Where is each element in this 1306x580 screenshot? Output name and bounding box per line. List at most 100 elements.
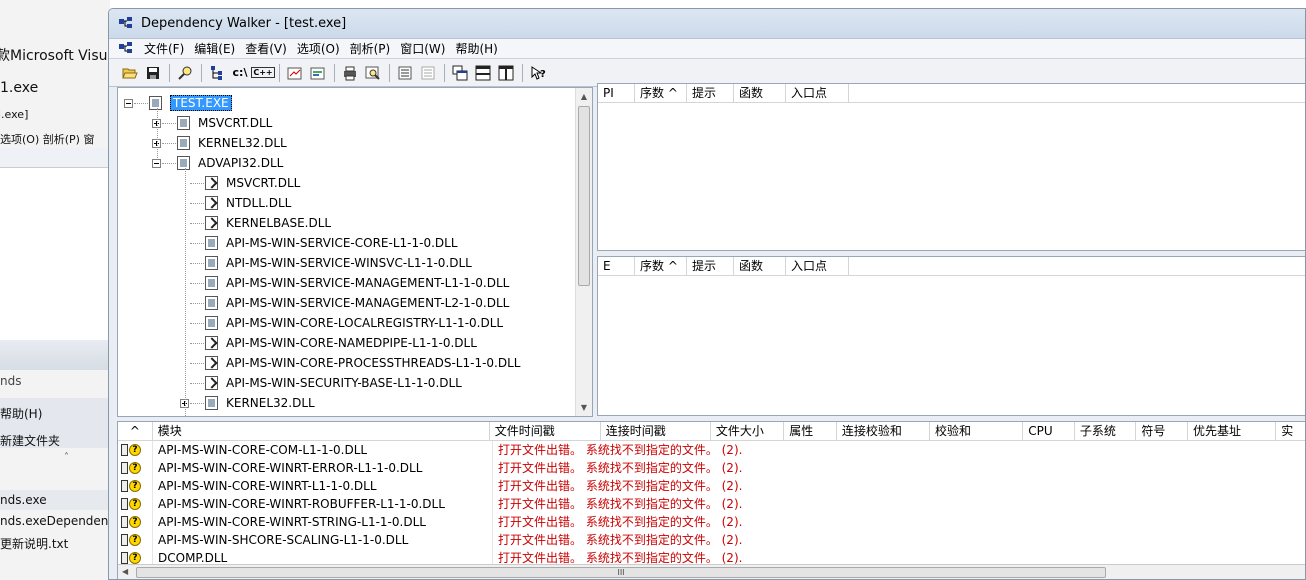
scroll-thumb[interactable]: III [136,567,1106,578]
col-subsystem[interactable]: 子系统 [1075,422,1137,440]
col-link-timestamp[interactable]: 连接时间戳 [601,422,711,440]
tree-node[interactable]: API-MS-WIN-SECURITY-BASE-L1-1-0.DLL [180,373,462,393]
refresh-icon[interactable] [206,62,228,84]
module-horizontal-scrollbar[interactable]: ◀ III [118,564,1305,579]
app-icon [119,16,132,28]
col-entry-point[interactable]: 入口点 [786,257,849,275]
menu-window[interactable]: 窗口(W) [395,40,450,58]
layout-columns-icon[interactable] [495,62,517,84]
tree-node[interactable]: API-MS-WIN-SERVICE-WINSVC-L1-1-0.DLL [180,253,472,273]
module-row[interactable]: ? API-MS-WIN-CORE-WINRT-L1-1-0.DLL 打开文件出错。… [118,477,1305,495]
layout-split-icon[interactable] [472,62,494,84]
collapse-icon[interactable] [124,98,133,108]
collapse-icon[interactable] [417,62,439,84]
menu-profile[interactable]: 剖析(P) [345,40,396,58]
doc-icon[interactable] [119,41,135,56]
save-icon[interactable] [142,62,164,84]
col-sort[interactable]: ^ [118,422,153,440]
tree-node[interactable]: API-MS-WIN-CORE-NAMEDPIPE-L1-1-0.DLL [180,333,477,353]
col-module[interactable]: 模块 [153,422,490,440]
dependency-tree[interactable]: TEST.EXE MSVCRT.DLL KERNEL32.DLL ADVAPI32.D… [117,87,593,417]
module-row[interactable]: ? API-MS-WIN-CORE-WINRT-ERROR-L1-1-0.DLL 打… [118,459,1305,477]
col-ordinal[interactable]: 序数 ^ [635,84,687,102]
layout-tile-icon[interactable] [449,62,471,84]
tree-node[interactable]: API-MS-WIN-SERVICE-MANAGEMENT-L1-1-0.DLL [180,273,509,293]
tree-node-label: KERNEL32.DLL [226,396,315,410]
tree-node-label: API-MS-WIN-SERVICE-MANAGEMENT-L1-1-0.DLL [226,276,510,290]
search-icon[interactable] [362,62,384,84]
tree-node[interactable]: API-MS-WIN-SERVICE-CORE-L1-1-0.DLL [180,233,458,253]
scroll-left-arrow[interactable]: ◀ [122,567,128,576]
tree-node[interactable]: RPCRT4.DLL [180,413,299,417]
col-entry-point[interactable]: 入口点 [786,84,849,102]
title-bar[interactable]: Dependency Walker - [test.exe] [109,9,1305,39]
module-row[interactable]: ? API-MS-WIN-CORE-COM-L1-1-0.DLL 打开文件出错。 系… [118,441,1305,459]
tree-node[interactable]: KERNEL32.DLL [152,133,287,153]
find-icon[interactable] [174,62,196,84]
toolbar-separator [279,63,280,82]
window-title: Dependency Walker - [test.exe] [141,16,347,31]
col-actual-base[interactable]: 实 [1276,422,1305,440]
module-row[interactable]: ? API-MS-WIN-SHCORE-SCALING-L1-1-0.DLL 打开文… [118,531,1305,549]
menu-edit[interactable]: 编辑(E) [189,40,240,58]
tree-node[interactable]: KERNELBASE.DLL [180,213,331,233]
col-cpu[interactable]: CPU [1023,422,1075,440]
autoexpand-icon[interactable] [394,62,416,84]
help-icon[interactable]: ? [527,62,549,84]
tree-node[interactable]: API-MS-WIN-CORE-PROCESSTHREADS-L1-1-0.DL… [180,353,520,373]
col-e[interactable]: E [598,257,635,275]
forwarded-module-icon [205,196,218,210]
import-icon[interactable] [284,62,306,84]
tree-connector [190,382,204,384]
menu-options[interactable]: 选项(O) [292,40,345,58]
tree-node[interactable]: API-MS-WIN-SERVICE-MANAGEMENT-L2-1-0.DLL [180,293,509,313]
question-icon: ? [129,516,141,528]
tree-vertical-scrollbar[interactable]: ▲ ▼ [575,88,592,416]
menu-help[interactable]: 帮助(H) [450,40,502,58]
module-icon [177,116,190,130]
scroll-down-arrow[interactable]: ▼ [576,399,592,416]
col-function[interactable]: 函数 [734,257,786,275]
col-ordinal[interactable]: 序数 ^ [635,257,687,275]
col-preferred-base[interactable]: 优先基址 [1188,422,1277,440]
exports-list[interactable]: E 序数 ^ 提示 函数 入口点 [597,256,1305,416]
scroll-thumb[interactable] [578,106,590,286]
col-pi[interactable]: PI [598,84,635,102]
path-icon[interactable]: c:\ [229,62,251,84]
properties-icon[interactable] [307,62,329,84]
open-icon[interactable] [119,62,141,84]
module-list[interactable]: ^ 模块 文件时间戳 连接时间戳 文件大小 属性 连接校验和 校验和 CPU 子… [117,421,1305,579]
collapse-icon[interactable] [152,158,161,168]
menu-view[interactable]: 查看(V) [240,40,292,58]
col-attributes[interactable]: 属性 [784,422,837,440]
col-link-checksum[interactable]: 连接校验和 [837,422,931,440]
tree-node[interactable]: ADVAPI32.DLL [152,153,283,173]
tree-connector [162,122,176,124]
bg-text: nds [0,374,22,388]
module-row[interactable]: ? API-MS-WIN-CORE-WINRT-ROBUFFER-L1-1-0.D… [118,495,1305,513]
bg-text: 新建文件夹 [0,434,61,448]
cplusplus-icon[interactable]: C++ [251,62,275,84]
parent-imports-list[interactable]: PI 序数 ^ 提示 函数 入口点 [597,83,1305,251]
col-hint[interactable]: 提示 [687,257,734,275]
col-function[interactable]: 函数 [734,84,786,102]
bg-band [0,340,110,370]
col-checksum[interactable]: 校验和 [930,422,1024,440]
tree-node[interactable]: MSVCRT.DLL [152,113,272,133]
module-icon [205,416,218,417]
tree-node[interactable]: NTDLL.DLL [180,193,291,213]
menu-file[interactable]: 文件(F) [139,40,189,58]
print-icon[interactable] [339,62,361,84]
col-symbols[interactable]: 符号 [1136,422,1188,440]
tree-connector [190,322,204,324]
scroll-up-arrow[interactable]: ▲ [576,88,592,105]
tree-node[interactable]: API-MS-WIN-CORE-LOCALREGISTRY-L1-1-0.DLL [180,313,503,333]
module-row[interactable]: ? API-MS-WIN-CORE-WINRT-STRING-L1-1-0.DLL… [118,513,1305,531]
col-file-size[interactable]: 文件大小 [711,422,785,440]
bg-text: 选项(O) 剖析(P) 窗 [0,133,95,146]
tree-node[interactable]: KERNEL32.DLL [180,393,315,413]
tree-node[interactable]: TEST.EXE [124,93,232,113]
col-hint[interactable]: 提示 [687,84,734,102]
tree-node[interactable]: MSVCRT.DLL [180,173,300,193]
col-file-timestamp[interactable]: 文件时间戳 [490,422,601,440]
